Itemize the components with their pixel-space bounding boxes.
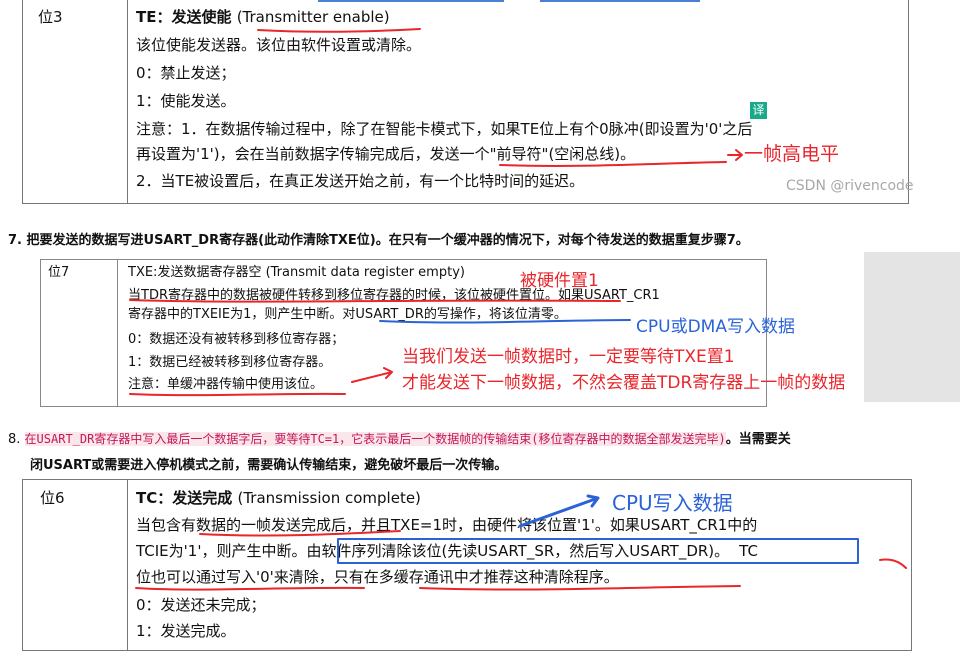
underline-multibuffer xyxy=(419,585,741,591)
arrow-to-frame-high xyxy=(727,149,743,161)
arrow-to-wait-note xyxy=(351,367,393,383)
underline-note-single-buffer xyxy=(129,392,346,397)
arrow-to-cpu-write xyxy=(518,494,600,528)
underline-transmitter-enable xyxy=(257,28,421,33)
underline-frame-done xyxy=(199,530,401,537)
underline-write-zero xyxy=(135,586,365,591)
box-software-clear xyxy=(337,538,859,564)
underline-tc-clear xyxy=(879,558,907,569)
underline-idle-bus xyxy=(499,161,727,167)
annotation-marks xyxy=(129,28,907,591)
underline-tdr-sentence xyxy=(129,299,621,303)
underline-usart-dr-write xyxy=(379,319,631,324)
